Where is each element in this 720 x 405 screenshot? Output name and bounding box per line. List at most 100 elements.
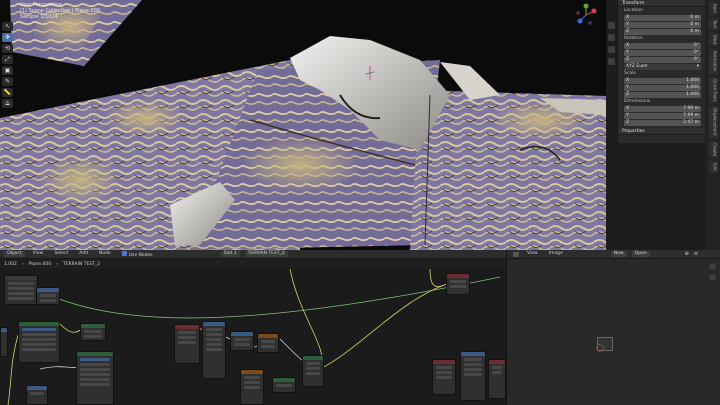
add-cube-tool-button[interactable]: ⟁ [2,99,13,108]
menu-add[interactable]: Add [76,251,91,257]
rotation-z-field[interactable]: Z 0° [624,57,701,63]
node-material-output[interactable] [446,273,470,295]
node-offscreen-right[interactable] [488,359,506,399]
select-tool-button[interactable]: ↖ [2,22,13,31]
location-y-field[interactable]: Y 0 m [624,22,701,28]
tab-edit[interactable]: Edit [708,161,718,173]
node-rgb-curves[interactable] [272,377,296,393]
axis-label: Y [626,50,629,55]
editor-type-icon[interactable] [513,251,519,257]
dimensions-z-field[interactable]: Z 2.47 m [624,120,701,126]
move-tool-button[interactable]: ✥ [2,33,13,42]
breadcrumb-mesh[interactable]: Plane.000 [29,262,51,267]
menu-node[interactable]: Node [96,251,114,257]
scale-tool-button[interactable]: ⤢ [2,55,13,64]
node-socket-row [8,297,34,300]
zoom-icon[interactable] [608,22,615,29]
tab-animation[interactable]: Animation [708,49,718,74]
menu-view[interactable]: View [30,251,47,257]
dimensions-y-field[interactable]: Y 7.99 m [624,113,701,119]
node-math[interactable] [80,323,106,341]
node-header-bar [27,386,47,390]
node-vector-math[interactable] [202,321,226,379]
material-select[interactable]: TERRAIN TEST_2 [244,251,288,257]
scale-x-field[interactable]: X 1.000 [624,78,701,84]
tab-quick-tools[interactable]: Quick Tools [708,76,718,104]
node-header-bar [273,378,295,382]
rotation-x-field[interactable]: X 0° [624,43,701,49]
node-socket-row [206,328,222,331]
rotation-y-field[interactable]: Y 0° [624,50,701,56]
open-image-button[interactable]: Open [631,251,650,257]
navigation-gizmo-icon[interactable] [574,3,598,27]
annotate-tool-button[interactable]: ✎ [2,77,13,86]
transform-tool-button[interactable]: ▣ [2,66,13,75]
image-editor-header: View Image New Open ⊕ ≡ [506,250,720,259]
rotation-label: Rotation [624,36,643,41]
pan-hand-icon[interactable] [709,274,716,281]
node-socket-row [244,386,260,389]
node-noise-texture[interactable] [18,321,60,363]
node-socket-row [22,348,56,351]
grid-icon[interactable] [608,58,615,65]
node-offscreen-left[interactable] [0,327,8,357]
slot-select[interactable]: Slot 1 [220,251,240,257]
node-mix-shader[interactable] [174,324,200,364]
node-socket-row [80,378,110,381]
node-socket-row [436,376,452,379]
field-value: 0° [693,57,699,62]
node-texture-coordinate[interactable] [4,275,38,305]
dimensions-x-field[interactable]: X 7.99 m [624,106,701,112]
tab-item[interactable]: Item [708,2,718,16]
menu-image[interactable]: Image [546,251,566,257]
node-image-texture[interactable] [240,369,264,405]
node-socket-row [178,341,196,344]
node-canvas[interactable] [0,269,506,405]
menu-select[interactable]: Select [51,251,71,257]
breadcrumb-material[interactable]: TERRAIN TEST_2 [63,262,100,267]
node-socket-row [261,340,275,343]
image-editor-canvas[interactable] [506,259,720,405]
node-header-bar [447,274,469,278]
use-nodes-checkbox[interactable]: Use Nodes [119,251,156,258]
breadcrumb-object[interactable]: 1.002 [4,262,17,267]
node-combine[interactable] [432,359,456,395]
tab-view[interactable]: View [708,32,718,47]
camera-icon[interactable] [608,46,615,53]
node-displacement[interactable] [257,333,279,353]
properties-panel-title[interactable]: Properties [618,128,705,135]
node-header-bar [81,324,105,328]
breadcrumb: 1.002 › Plane.000 › TERRAIN TEST_2 [0,260,506,269]
3d-viewport[interactable]: User Perspective (1) Scene Collection | … [0,0,606,250]
view-options-icon[interactable]: ≡ [694,251,698,257]
new-image-button[interactable]: New [610,251,627,257]
pin-icon[interactable]: ⊕ [685,251,689,257]
node-socket-row [464,358,482,361]
node-socket-row [80,383,110,386]
node-bump[interactable] [230,331,254,351]
node-principled-bsdf[interactable] [302,355,324,387]
node-socket-row [8,287,34,290]
object-mode-select[interactable]: Object [4,251,25,257]
zoom-icon[interactable] [709,263,716,270]
rotate-tool-button[interactable]: ⟲ [2,44,13,53]
tab-displacement[interactable]: Displacement [708,106,718,138]
measure-tool-button[interactable]: 📏 [2,88,13,97]
node-mapping[interactable] [36,287,60,305]
pan-hand-icon[interactable] [608,34,615,41]
tab-create[interactable]: Create [708,140,718,159]
2d-cursor-icon[interactable] [595,343,605,353]
tab-tool[interactable]: Tool [708,18,718,30]
node-socket-row [178,331,196,334]
node-mix-rgb[interactable] [460,351,486,401]
node-header-bar [303,356,323,360]
node-header-bar [19,322,59,326]
node-separate[interactable] [26,385,48,405]
node-color-ramp[interactable] [76,351,114,405]
transform-panel-title[interactable]: Transform [618,0,705,7]
axis-label: Y [626,85,629,90]
field-value: 1.000 [686,78,699,83]
menu-view[interactable]: View [524,251,541,257]
scale-y-field[interactable]: Y 1.000 [624,85,701,91]
location-x-field[interactable]: X 0 m [624,15,701,21]
